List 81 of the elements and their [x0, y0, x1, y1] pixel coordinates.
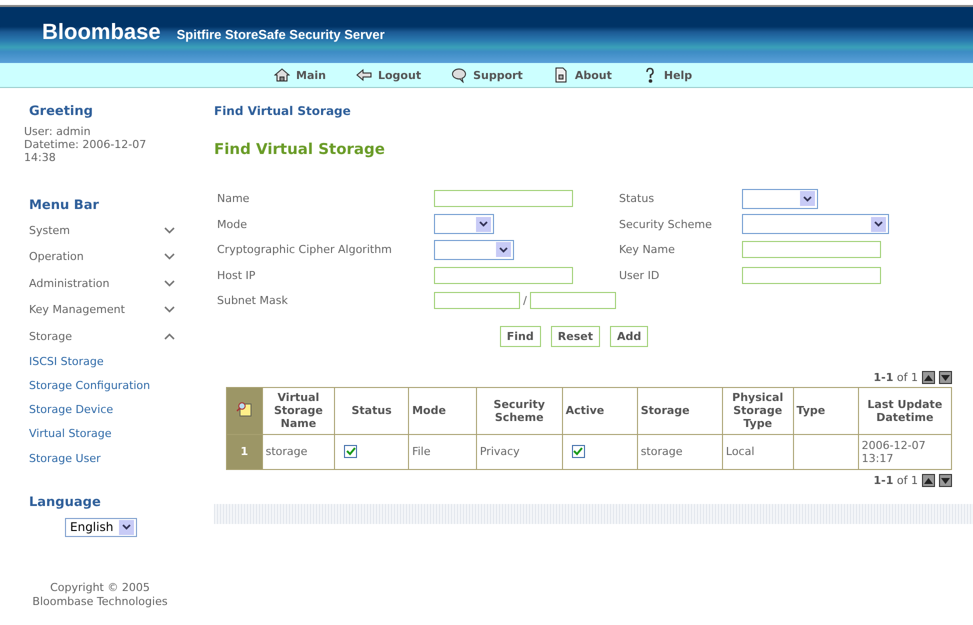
speech-bubble-icon — [451, 67, 468, 83]
breadcrumb: Find Virtual Storage — [214, 104, 352, 118]
table-cell: File — [408, 434, 476, 469]
column-header: Physical Storage Type — [722, 387, 794, 434]
row-number: 1 — [226, 434, 262, 469]
text-field[interactable] — [742, 241, 881, 258]
column-header: Virtual Storage Name — [262, 387, 335, 434]
section-title: Menu Bar — [28, 198, 100, 213]
house-icon — [274, 67, 290, 83]
menu-item[interactable]: Key Management — [29, 296, 175, 323]
document-icon — [552, 67, 569, 83]
form-button[interactable]: Reset — [550, 326, 600, 346]
submenu-link[interactable]: Storage Configuration — [29, 374, 205, 398]
column-header: Security Scheme — [476, 387, 562, 434]
column-header: Mode — [408, 387, 476, 434]
brand-name: Bloombase — [42, 19, 161, 45]
scroll-up-icon[interactable] — [922, 474, 935, 487]
nav-link[interactable]: Support — [451, 67, 523, 83]
page-count: 1-1 of 1 — [874, 371, 918, 384]
select-field[interactable] — [742, 214, 889, 234]
menu-item[interactable]: Administration — [29, 270, 175, 296]
field-label: Host IP — [216, 268, 256, 282]
menu-item[interactable]: Operation — [29, 244, 175, 270]
field-label: User ID — [618, 268, 660, 282]
text-field[interactable] — [742, 266, 881, 284]
datetime-label: Datetime: 2006-12-07 14:38 — [23, 138, 148, 164]
language-select[interactable]: English — [65, 518, 138, 537]
user-label: User: admin — [23, 125, 92, 138]
nav-link[interactable]: About — [552, 67, 612, 83]
field-label: Status — [618, 192, 656, 206]
chevron-down-icon — [164, 226, 175, 234]
text-field[interactable] — [530, 292, 616, 310]
menu-item[interactable]: Storage — [29, 323, 175, 350]
field-label: Subnet Mask — [216, 294, 289, 308]
page-count: 1-1 of 1 — [874, 474, 918, 487]
text-field[interactable] — [434, 190, 573, 208]
field-label: Name — [216, 192, 250, 206]
select-field[interactable] — [434, 240, 514, 260]
table-cell: 2006-12-07 13:17 — [858, 434, 952, 469]
chevron-up-icon — [164, 332, 175, 340]
form-button[interactable]: Add — [610, 326, 648, 346]
submenu-link[interactable]: Storage User — [29, 446, 205, 471]
scroll-up-icon[interactable] — [922, 371, 935, 384]
page-title: Find Virtual Storage — [214, 140, 386, 158]
submenu-link[interactable]: ISCSI Storage — [29, 350, 205, 374]
chevron-down-icon — [164, 253, 175, 260]
nav-link[interactable]: Logout — [356, 67, 422, 83]
scroll-down-icon[interactable] — [939, 371, 952, 384]
chevron-down-icon — [164, 280, 175, 287]
separator-text: / — [523, 294, 527, 308]
menu-item[interactable]: System — [29, 217, 175, 244]
table-cell: Local — [722, 434, 794, 469]
table-cell: storage — [637, 434, 722, 469]
text-field[interactable] — [434, 266, 573, 284]
section-title: Language — [28, 494, 102, 510]
field-label: Security Scheme — [618, 218, 713, 231]
field-label: Key Name — [618, 243, 676, 256]
copyright-text: Copyright © 2005 Bloombase Technologies — [31, 580, 169, 609]
nav-link[interactable]: Main — [274, 67, 326, 83]
product-name: Spitfire StoreSafe Security Server — [176, 26, 385, 42]
column-header: Type — [793, 387, 858, 434]
table-cell: storage — [262, 434, 335, 469]
section-title: Greeting — [28, 104, 94, 119]
column-header: Status — [334, 387, 409, 434]
nav-link[interactable]: Help — [642, 67, 692, 83]
submenu-link[interactable]: Virtual Storage — [29, 422, 205, 447]
select-field[interactable] — [434, 214, 494, 234]
column-header: Storage — [637, 387, 722, 434]
chevron-down-icon — [164, 306, 175, 314]
table-cell: Privacy — [476, 434, 562, 469]
column-header: Last Update Datetime — [858, 387, 952, 434]
note-magnifier-icon — [236, 401, 252, 417]
field-label: Cryptographic Cipher Algorithm — [216, 243, 393, 256]
left-arrow-icon — [356, 67, 372, 83]
select-field[interactable] — [742, 188, 818, 209]
text-field[interactable] — [434, 292, 520, 310]
field-label: Mode — [216, 218, 248, 231]
column-header: Active — [562, 387, 638, 434]
form-button[interactable]: Find — [500, 326, 541, 346]
submenu-link[interactable]: Storage Device — [29, 398, 205, 422]
scroll-down-icon[interactable] — [939, 474, 952, 487]
